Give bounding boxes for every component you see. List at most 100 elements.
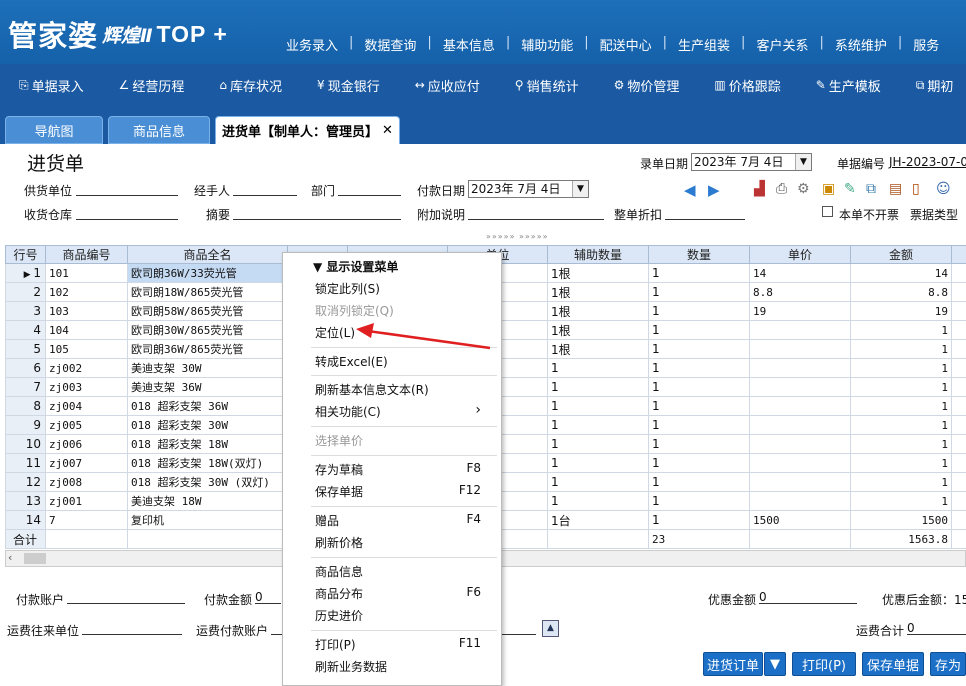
cell-price[interactable] [749,377,851,397]
cell-aux-qty[interactable]: 1 [547,491,649,511]
col-row-no[interactable]: 行号 [5,245,46,264]
toolbar-opening[interactable]: ⧉ 期初 [897,76,966,95]
cell-code[interactable]: zj004 [45,396,128,416]
cell-aux-qty[interactable]: 1 [547,358,649,378]
cell-price[interactable] [749,396,851,416]
cell-code[interactable]: zj003 [45,377,128,397]
print-button[interactable]: 打印(P) [792,652,856,676]
ctx-save-doc[interactable]: 保存单据 [315,483,363,500]
printer-icon[interactable]: ⎙ [776,181,787,197]
menu-production[interactable]: 生产组装 [670,35,738,54]
expand-up-icon[interactable]: ▲ [542,620,559,637]
cell-qty[interactable]: 1 [648,320,750,340]
ctx-header[interactable]: ▼ 显示设置菜单 [313,258,398,275]
cell-price[interactable] [749,434,851,454]
ctx-refresh-text[interactable]: 刷新基本信息文本(R) [315,381,429,398]
cell-amount[interactable]: 1500 [850,510,952,530]
cell-aux-qty[interactable]: 1 [547,472,649,492]
toolbar-history[interactable]: ∠ 经营历程 [100,76,201,95]
cell-code[interactable]: zj008 [45,472,128,492]
toolbar-doc-entry[interactable]: ⎘ 单据录入 [0,76,100,95]
cell-amount[interactable]: 1 [850,358,952,378]
cell-aux-qty[interactable]: 1根 [547,282,649,302]
handler-field[interactable] [233,182,297,196]
cell-aux-qty[interactable]: 1根 [547,339,649,359]
cell-amount[interactable]: 1 [850,396,952,416]
cell-aux-qty[interactable]: 1 [547,415,649,435]
cell-amount[interactable]: 1 [850,339,952,359]
toolbar-price-track[interactable]: ▥ 价格跟踪 [695,76,796,95]
ctx-product-dist[interactable]: 商品分布 [315,585,363,602]
doc-no-value[interactable]: JH-2023-07-04 [889,155,966,169]
door-icon[interactable]: ▯ [912,181,920,197]
cell-aux-qty[interactable]: 1根 [547,320,649,340]
cell-name[interactable]: 欧司朗30W/865荧光管 [127,320,288,340]
cell-code[interactable]: zj006 [45,434,128,454]
ctx-history-price[interactable]: 历史进价 [315,607,363,624]
toolbar-prod-template[interactable]: ✎ 生产模板 [797,76,897,95]
chevron-down-icon[interactable]: ▼ [572,181,588,197]
col-price[interactable]: 单价 [749,245,851,264]
cell-code[interactable]: zj001 [45,491,128,511]
toolbar-cash[interactable]: ¥ 现金银行 [298,76,396,95]
cell-name[interactable]: 欧司朗36W/865荧光管 [127,339,288,359]
cell-name[interactable]: 美迪支架 36W [127,377,288,397]
freight-total-field[interactable]: 0 [907,621,966,635]
cell-qty[interactable]: 1 [648,358,750,378]
cell-qty[interactable]: 1 [648,434,750,454]
gear-icon[interactable]: ⚙ [797,181,810,197]
menu-aux-functions[interactable]: 辅助功能 [513,35,581,54]
toolbar-price-mgmt[interactable]: ⚙ 物价管理 [595,76,696,95]
prev-arrow-icon[interactable]: ◀ [684,181,696,199]
menu-system[interactable]: 系统维护 [827,35,895,54]
cell-price[interactable] [749,358,851,378]
ctx-lock-column[interactable]: 锁定此列(S) [315,280,380,297]
cell-qty[interactable]: 1 [648,282,750,302]
chevron-down-icon[interactable]: ▼ [795,154,811,170]
cell-qty[interactable]: 1 [648,491,750,511]
cell-code[interactable]: 105 [45,339,128,359]
summary-field[interactable] [233,206,401,220]
menu-distribution[interactable]: 配送中心 [592,35,660,54]
cell-aux-qty[interactable]: 1台 [547,510,649,530]
cell-code[interactable]: 104 [45,320,128,340]
extra-field[interactable] [468,206,604,220]
tab-product-info[interactable]: 商品信息 [108,116,210,144]
cell-price[interactable] [749,339,851,359]
chevron-left-icon[interactable]: ‹ [8,551,12,564]
chart-icon[interactable]: ▟ [754,181,765,197]
col-amount[interactable]: 金额 [850,245,952,264]
cell-name[interactable]: 欧司朗58W/865荧光管 [127,301,288,321]
freight-unit-field[interactable] [82,621,182,635]
col-code[interactable]: 商品编号 [45,245,128,264]
export-icon[interactable]: ⧉ [866,181,876,197]
next-arrow-icon[interactable]: ▶ [708,181,720,199]
cell-name[interactable]: 018 超彩支架 30W (双灯) [127,472,288,492]
cell-qty[interactable]: 1 [648,453,750,473]
cell-code[interactable]: 7 [45,510,128,530]
cell-amount[interactable]: 19 [850,301,952,321]
ctx-related[interactable]: 相关功能(C) [315,403,381,420]
cell-qty[interactable]: 1 [648,510,750,530]
col-qty[interactable]: 数量 [648,245,750,264]
ctx-print[interactable]: 打印(P) [315,636,356,653]
cell-aux-qty[interactable]: 1根 [547,263,649,283]
pay-account-field[interactable] [67,590,185,604]
cell-code[interactable]: 101 [45,263,128,283]
ctx-to-excel[interactable]: 转成Excel(E) [315,353,388,370]
freight-amount-field[interactable] [502,621,536,635]
purchase-order-button[interactable]: 进货订单 [703,652,763,676]
menu-data-query[interactable]: 数据查询 [356,35,424,54]
scroll-thumb[interactable] [24,553,46,564]
cell-price[interactable]: 1500 [749,510,851,530]
cell-qty[interactable]: 1 [648,301,750,321]
cell-code[interactable]: zj002 [45,358,128,378]
no-invoice-checkbox[interactable] [822,206,833,217]
cell-price[interactable]: 8.8 [749,282,851,302]
discount-field[interactable] [665,206,745,220]
cell-name[interactable]: 复印机 [127,510,288,530]
cell-code[interactable]: 102 [45,282,128,302]
cell-amount[interactable]: 1 [850,415,952,435]
cell-amount[interactable]: 1 [850,320,952,340]
cell-aux-qty[interactable]: 1 [547,434,649,454]
